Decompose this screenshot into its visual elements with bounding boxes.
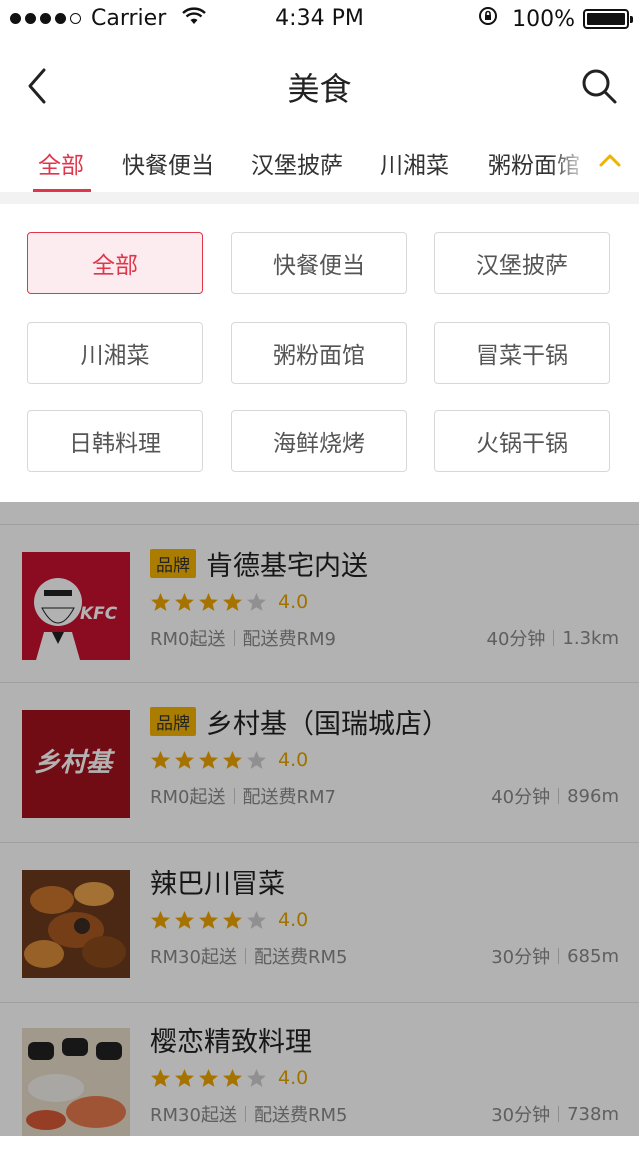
category-japanese-korean-button[interactable]: 日韩料理 <box>27 410 203 472</box>
tab-fast-food[interactable]: 快餐便当 <box>122 146 214 180</box>
tab-sichuan-hunan[interactable]: 川湘菜 <box>380 146 449 180</box>
chevron-up-icon <box>599 154 621 167</box>
category-burger-pizza-button[interactable]: 汉堡披萨 <box>434 232 610 294</box>
nav-bar: 美食 <box>0 44 639 128</box>
category-sichuan-hunan-button[interactable]: 川湘菜 <box>27 322 203 384</box>
collapse-categories-button[interactable] <box>594 144 626 176</box>
category-congee-noodles-button[interactable]: 粥粉面馆 <box>231 322 407 384</box>
tab-all[interactable]: 全部 <box>38 146 84 180</box>
battery-percent: 100% <box>512 6 575 32</box>
orientation-lock-icon <box>478 6 498 32</box>
category-fast-food-button[interactable]: 快餐便当 <box>231 232 407 294</box>
search-button[interactable] <box>579 66 619 106</box>
search-icon <box>582 69 617 104</box>
category-hotpot-button[interactable]: 火锅干锅 <box>434 410 610 472</box>
section-divider <box>0 192 639 204</box>
category-tab-strip: 全部 快餐便当 汉堡披萨 川湘菜 粥粉面馆 <box>0 128 639 192</box>
category-all-button[interactable]: 全部 <box>27 232 203 294</box>
tab-fade <box>550 128 590 192</box>
status-bar: Carrier 4:34 PM 100% <box>0 0 639 40</box>
status-right: 100% <box>478 6 633 32</box>
category-maocai-button[interactable]: 冒菜干锅 <box>434 322 610 384</box>
page-title: 美食 <box>287 70 352 108</box>
battery-icon <box>583 9 633 29</box>
category-grid: 全部 快餐便当 汉堡披萨 川湘菜 粥粉面馆 冒菜干锅 日韩料理 海鲜烧烤 火锅干… <box>0 204 639 502</box>
category-seafood-bbq-button[interactable]: 海鲜烧烤 <box>231 410 407 472</box>
dim-overlay[interactable] <box>0 502 639 1136</box>
tab-burger-pizza[interactable]: 汉堡披萨 <box>251 146 343 180</box>
